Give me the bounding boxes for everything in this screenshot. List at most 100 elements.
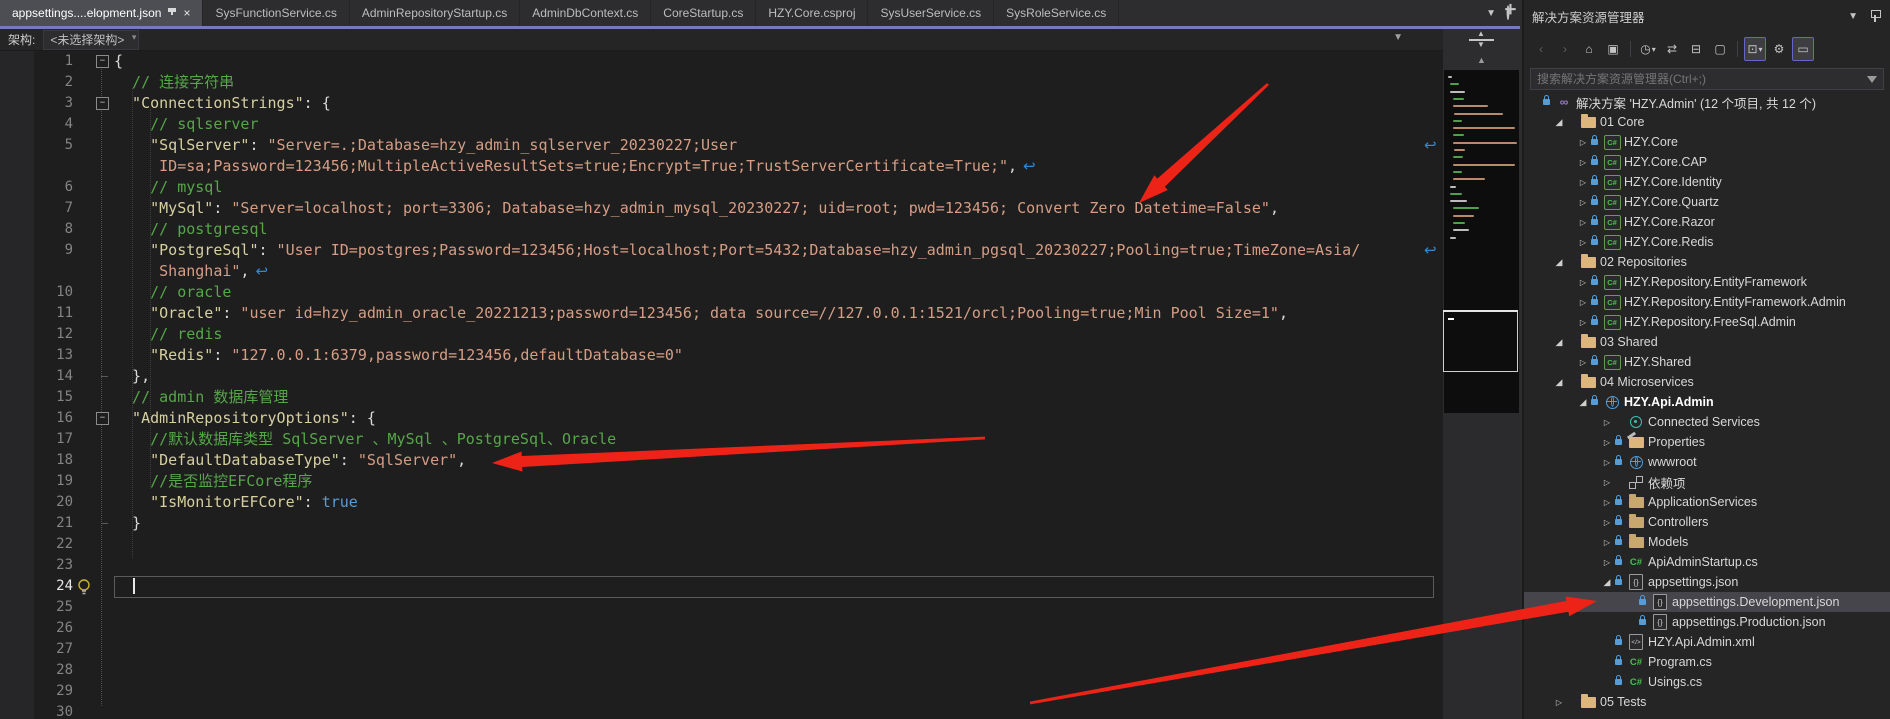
- scrollbar-map-column[interactable]: ▲▼ ▲: [1443, 29, 1520, 719]
- tree-expander-icon[interactable]: ▷: [1576, 238, 1590, 247]
- search-filter-funnel-icon[interactable]: [1867, 76, 1877, 83]
- code-row[interactable]: 3"ConnectionStrings": {: [0, 93, 1443, 114]
- tree-item-connected-services[interactable]: ▷Connected Services: [1524, 412, 1890, 432]
- tree-item-hzy.shared[interactable]: ▷C#HZY.Shared: [1524, 352, 1890, 372]
- code-row[interactable]: 21}: [0, 513, 1443, 534]
- code-row[interactable]: 2// 连接字符串: [0, 72, 1443, 93]
- code-row[interactable]: Shanghai",: [0, 261, 1443, 282]
- tree-expander-icon[interactable]: ◢: [1552, 257, 1566, 268]
- tree-item-models[interactable]: ▷Models: [1524, 532, 1890, 552]
- collapse-all-icon[interactable]: ⊟: [1685, 37, 1707, 61]
- tree-item-hzy.core.identity[interactable]: ▷C#HZY.Core.Identity: [1524, 172, 1890, 192]
- code-row[interactable]: 10// oracle: [0, 282, 1443, 303]
- refresh-icon[interactable]: ⇄: [1661, 37, 1683, 61]
- tree-item-05-tests[interactable]: ▷05 Tests: [1524, 692, 1890, 712]
- code-row[interactable]: 15// admin 数据库管理: [0, 387, 1443, 408]
- tree-item--[interactable]: ▷依赖项: [1524, 472, 1890, 492]
- code-row[interactable]: 22: [0, 534, 1443, 555]
- tree-item-04-microservices[interactable]: ◢04 Microservices: [1524, 372, 1890, 392]
- tree-item-hzy.core.redis[interactable]: ▷C#HZY.Core.Redis: [1524, 232, 1890, 252]
- code-row[interactable]: 9"PostgreSql": "User ID=postgres;Passwor…: [0, 240, 1443, 261]
- tree-expander-icon[interactable]: ▷: [1600, 478, 1614, 487]
- tree-expander-icon[interactable]: ▷: [1600, 538, 1614, 547]
- tree-item-hzy.core.cap[interactable]: ▷C#HZY.Core.CAP: [1524, 152, 1890, 172]
- show-all-files-icon[interactable]: ▭: [1792, 37, 1814, 61]
- code-row[interactable]: 23: [0, 555, 1443, 576]
- code-row[interactable]: 4// sqlserver: [0, 114, 1443, 135]
- tree-expander-icon[interactable]: ▷: [1576, 278, 1590, 287]
- tree-item-03-shared[interactable]: ◢03 Shared: [1524, 332, 1890, 352]
- code-row[interactable]: 29: [0, 681, 1443, 702]
- tree-item-hzy.repository.entityframework[interactable]: ▷C#HZY.Repository.EntityFramework: [1524, 272, 1890, 292]
- solution-search-box[interactable]: [1530, 68, 1884, 90]
- code-row[interactable]: 26: [0, 618, 1443, 639]
- code-row[interactable]: 12// redis: [0, 324, 1443, 345]
- tree-item-hzy.repository.entityframework.admin[interactable]: ▷C#HZY.Repository.EntityFramework.Admin: [1524, 292, 1890, 312]
- tree-expander-icon[interactable]: ▷: [1600, 518, 1614, 527]
- properties-icon[interactable]: ⚙: [1768, 37, 1790, 61]
- tree-item-hzy.repository.freesql.admin[interactable]: ▷C#HZY.Repository.FreeSql.Admin: [1524, 312, 1890, 332]
- back-icon[interactable]: ‹: [1530, 37, 1552, 61]
- tree-item-02-repositories[interactable]: ◢02 Repositories: [1524, 252, 1890, 272]
- code-row[interactable]: 30: [0, 702, 1443, 719]
- document-tab-1[interactable]: appsettings....elopment.json×: [0, 0, 203, 26]
- code-row[interactable]: 14},: [0, 366, 1443, 387]
- tree-expander-icon[interactable]: ◢: [1552, 377, 1566, 388]
- scroll-up-arrow[interactable]: ▲: [1443, 50, 1520, 70]
- code-row[interactable]: 16"AdminRepositoryOptions": {: [0, 408, 1443, 429]
- tree-expander-icon[interactable]: ▷: [1576, 138, 1590, 147]
- tree-expander-icon[interactable]: ▷: [1552, 698, 1566, 707]
- tree-expander-icon[interactable]: ▷: [1576, 158, 1590, 167]
- tree-item-wwwroot[interactable]: ▷wwwroot: [1524, 452, 1890, 472]
- tree-item-controllers[interactable]: ▷Controllers: [1524, 512, 1890, 532]
- fold-collapse-box[interactable]: −: [96, 97, 109, 110]
- tree-item-appsettings.development.json[interactable]: {}appsettings.Development.json: [1524, 592, 1890, 612]
- code-row[interactable]: 6// mysql: [0, 177, 1443, 198]
- code-row[interactable]: 20"IsMonitorEFCore": true: [0, 492, 1443, 513]
- code-row[interactable]: 11"Oracle": "user id=hzy_admin_oracle_20…: [0, 303, 1443, 324]
- tree-expander-icon[interactable]: ▷: [1600, 438, 1614, 447]
- code-row[interactable]: 5"SqlServer": "Server=.;Database=hzy_adm…: [0, 135, 1443, 156]
- tree-expander-icon[interactable]: ▷: [1600, 458, 1614, 467]
- lightbulb-icon[interactable]: [76, 578, 94, 596]
- tab-close-icon[interactable]: ×: [183, 7, 190, 19]
- fold-collapse-box[interactable]: −: [96, 55, 109, 68]
- solution-search-input[interactable]: [1531, 72, 1867, 86]
- document-tab-3[interactable]: AdminRepositoryStartup.cs: [350, 0, 520, 26]
- switch-views-icon[interactable]: ⊡▾: [1744, 37, 1766, 61]
- navbar-chevron-icon[interactable]: ▼: [1393, 32, 1403, 43]
- editor-split-handle[interactable]: ▲▼: [1443, 29, 1520, 50]
- scrollbar-track[interactable]: [1443, 413, 1520, 719]
- code-row[interactable]: 13"Redis": "127.0.0.1:6379,password=1234…: [0, 345, 1443, 366]
- tree-expander-icon[interactable]: ▷: [1600, 418, 1614, 427]
- document-tab-2[interactable]: SysFunctionService.cs: [203, 0, 349, 26]
- tree-expander-icon[interactable]: ▷: [1576, 358, 1590, 367]
- tree-expander-icon[interactable]: ▷: [1600, 558, 1614, 567]
- tree-item-usings.cs[interactable]: C#Usings.cs: [1524, 672, 1890, 692]
- tab-pin-icon[interactable]: [167, 8, 177, 18]
- code-row[interactable]: 28: [0, 660, 1443, 681]
- map-viewport-box[interactable]: [1443, 312, 1518, 372]
- document-tab-8[interactable]: SysRoleService.cs: [994, 0, 1119, 26]
- code-row[interactable]: 17//默认数据库类型 SqlServer 、MySql 、PostgreSql…: [0, 429, 1443, 450]
- code-row[interactable]: 7"MySql": "Server=localhost; port=3306; …: [0, 198, 1443, 219]
- code-row[interactable]: 19//是否监控EFCore程序: [0, 471, 1443, 492]
- tree-item-appsettings.json[interactable]: ◢{}appsettings.json: [1524, 572, 1890, 592]
- solution-explorer-title-bar[interactable]: 解决方案资源管理器 ▼: [1524, 0, 1890, 32]
- tree-item-apiadminstartup.cs[interactable]: ▷C#ApiAdminStartup.cs: [1524, 552, 1890, 572]
- tree-expander-icon[interactable]: ▷: [1576, 178, 1590, 187]
- code-row[interactable]: 8// postgresql: [0, 219, 1443, 240]
- tree-item-hzy.api.admin.xml[interactable]: </>HZY.Api.Admin.xml: [1524, 632, 1890, 652]
- code-row[interactable]: 27: [0, 639, 1443, 660]
- tree-expander-icon[interactable]: ◢: [1576, 397, 1590, 408]
- fold-collapse-box[interactable]: −: [96, 412, 109, 425]
- panel-pin-icon[interactable]: [1870, 10, 1880, 22]
- tree-item-hzy.core.razor[interactable]: ▷C#HZY.Core.Razor: [1524, 212, 1890, 232]
- document-tab-5[interactable]: CoreStartup.cs: [651, 0, 756, 26]
- tree-expander-icon[interactable]: ◢: [1552, 117, 1566, 128]
- code-row[interactable]: 25: [0, 597, 1443, 618]
- preview-selected-items-icon[interactable]: ▢: [1709, 37, 1731, 61]
- tree-expander-icon[interactable]: ◢: [1600, 577, 1614, 588]
- tree-item-hzy.api.admin[interactable]: ◢HZY.Api.Admin: [1524, 392, 1890, 412]
- code-row[interactable]: 18"DefaultDatabaseType": "SqlServer",: [0, 450, 1443, 471]
